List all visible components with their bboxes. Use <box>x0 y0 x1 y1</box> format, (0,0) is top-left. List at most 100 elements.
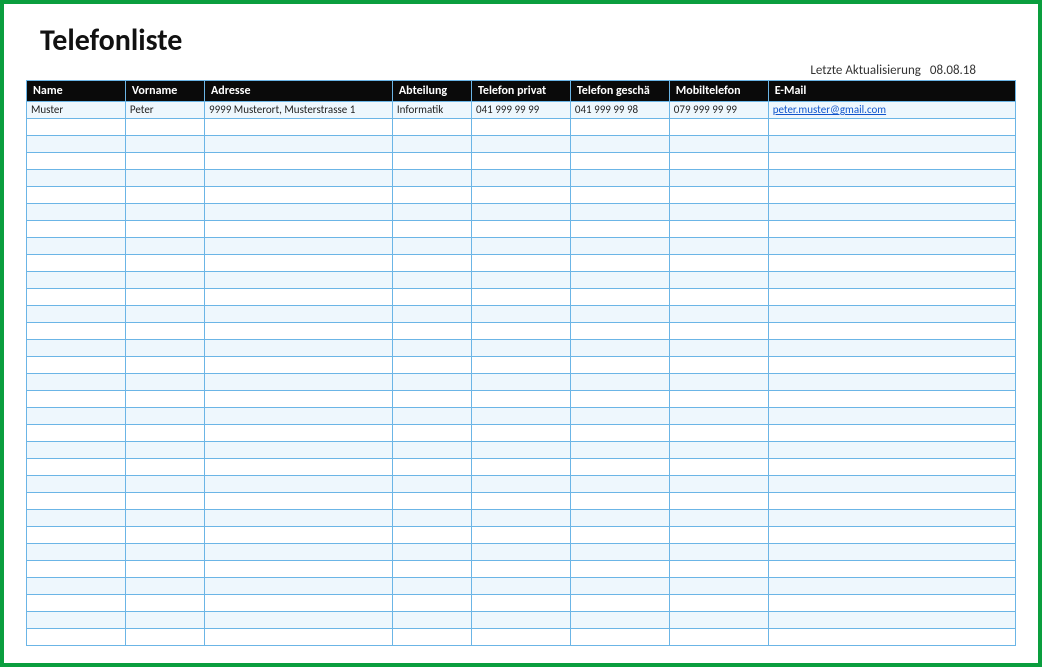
empty-cell[interactable] <box>392 510 471 527</box>
empty-cell[interactable] <box>125 289 204 306</box>
empty-cell[interactable] <box>472 595 571 612</box>
empty-cell[interactable] <box>570 442 669 459</box>
empty-cell[interactable] <box>205 153 393 170</box>
empty-cell[interactable] <box>570 340 669 357</box>
empty-cell[interactable] <box>768 544 1015 561</box>
empty-cell[interactable] <box>205 136 393 153</box>
empty-cell[interactable] <box>27 238 126 255</box>
empty-cell[interactable] <box>205 544 393 561</box>
empty-cell[interactable] <box>125 119 204 136</box>
empty-cell[interactable] <box>472 493 571 510</box>
empty-cell[interactable] <box>768 629 1015 646</box>
empty-cell[interactable] <box>669 612 768 629</box>
empty-cell[interactable] <box>392 221 471 238</box>
empty-cell[interactable] <box>27 612 126 629</box>
empty-cell[interactable] <box>392 391 471 408</box>
empty-cell[interactable] <box>125 136 204 153</box>
empty-cell[interactable] <box>768 119 1015 136</box>
empty-cell[interactable] <box>570 425 669 442</box>
empty-cell[interactable] <box>570 493 669 510</box>
empty-cell[interactable] <box>205 612 393 629</box>
empty-cell[interactable] <box>392 119 471 136</box>
empty-cell[interactable] <box>125 204 204 221</box>
empty-cell[interactable] <box>768 561 1015 578</box>
empty-cell[interactable] <box>27 476 126 493</box>
empty-cell[interactable] <box>669 442 768 459</box>
empty-cell[interactable] <box>392 561 471 578</box>
cell-mobil[interactable]: 079 999 99 99 <box>669 102 768 119</box>
empty-cell[interactable] <box>472 204 571 221</box>
empty-cell[interactable] <box>669 459 768 476</box>
empty-cell[interactable] <box>768 221 1015 238</box>
empty-cell[interactable] <box>768 272 1015 289</box>
empty-cell[interactable] <box>669 153 768 170</box>
empty-cell[interactable] <box>205 459 393 476</box>
empty-cell[interactable] <box>472 153 571 170</box>
empty-cell[interactable] <box>205 340 393 357</box>
empty-cell[interactable] <box>472 187 571 204</box>
empty-cell[interactable] <box>125 255 204 272</box>
empty-cell[interactable] <box>125 612 204 629</box>
empty-cell[interactable] <box>570 187 669 204</box>
empty-cell[interactable] <box>472 578 571 595</box>
empty-cell[interactable] <box>125 357 204 374</box>
cell-name[interactable]: Muster <box>27 102 126 119</box>
empty-cell[interactable] <box>125 340 204 357</box>
empty-cell[interactable] <box>27 187 126 204</box>
empty-cell[interactable] <box>392 476 471 493</box>
empty-cell[interactable] <box>205 476 393 493</box>
empty-cell[interactable] <box>570 578 669 595</box>
empty-cell[interactable] <box>570 408 669 425</box>
empty-cell[interactable] <box>768 408 1015 425</box>
empty-cell[interactable] <box>125 459 204 476</box>
empty-cell[interactable] <box>27 153 126 170</box>
empty-cell[interactable] <box>392 238 471 255</box>
empty-cell[interactable] <box>392 442 471 459</box>
empty-cell[interactable] <box>205 357 393 374</box>
empty-cell[interactable] <box>570 544 669 561</box>
empty-cell[interactable] <box>392 306 471 323</box>
empty-cell[interactable] <box>472 612 571 629</box>
empty-cell[interactable] <box>570 221 669 238</box>
email-link[interactable]: peter.muster@gmail.com <box>773 103 886 116</box>
empty-cell[interactable] <box>125 408 204 425</box>
empty-cell[interactable] <box>392 493 471 510</box>
empty-cell[interactable] <box>392 187 471 204</box>
empty-cell[interactable] <box>27 391 126 408</box>
empty-cell[interactable] <box>570 527 669 544</box>
empty-cell[interactable] <box>669 119 768 136</box>
empty-cell[interactable] <box>669 255 768 272</box>
empty-cell[interactable] <box>125 493 204 510</box>
empty-cell[interactable] <box>27 323 126 340</box>
empty-cell[interactable] <box>768 153 1015 170</box>
empty-cell[interactable] <box>768 374 1015 391</box>
empty-cell[interactable] <box>669 204 768 221</box>
empty-cell[interactable] <box>205 595 393 612</box>
empty-cell[interactable] <box>27 119 126 136</box>
empty-cell[interactable] <box>205 425 393 442</box>
empty-cell[interactable] <box>392 544 471 561</box>
empty-cell[interactable] <box>472 306 571 323</box>
empty-cell[interactable] <box>669 323 768 340</box>
empty-cell[interactable] <box>125 595 204 612</box>
empty-cell[interactable] <box>768 442 1015 459</box>
empty-cell[interactable] <box>392 425 471 442</box>
empty-cell[interactable] <box>570 153 669 170</box>
empty-cell[interactable] <box>768 612 1015 629</box>
empty-cell[interactable] <box>125 238 204 255</box>
empty-cell[interactable] <box>472 391 571 408</box>
empty-cell[interactable] <box>768 578 1015 595</box>
empty-cell[interactable] <box>205 408 393 425</box>
empty-cell[interactable] <box>570 595 669 612</box>
empty-cell[interactable] <box>392 323 471 340</box>
empty-cell[interactable] <box>27 170 126 187</box>
empty-cell[interactable] <box>472 136 571 153</box>
empty-cell[interactable] <box>472 561 571 578</box>
empty-cell[interactable] <box>392 595 471 612</box>
empty-cell[interactable] <box>669 272 768 289</box>
empty-cell[interactable] <box>125 153 204 170</box>
empty-cell[interactable] <box>768 357 1015 374</box>
empty-cell[interactable] <box>392 255 471 272</box>
empty-cell[interactable] <box>27 357 126 374</box>
cell-abteilung[interactable]: Informatik <box>392 102 471 119</box>
